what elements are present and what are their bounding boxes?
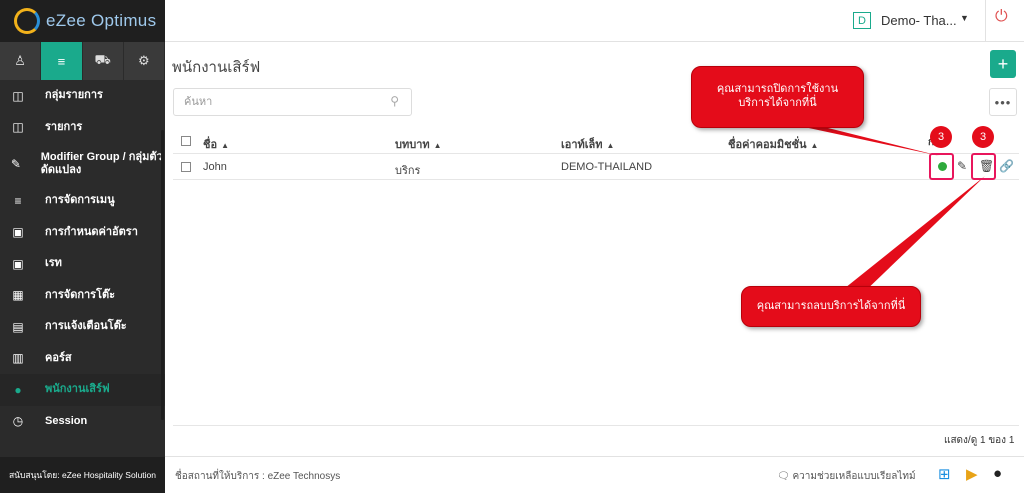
logo-icon	[14, 8, 40, 34]
link-icon[interactable]: 🔗	[999, 159, 1014, 173]
sidebar-item-label: การจัดการโต๊ะ	[45, 288, 116, 301]
callout-delete-service: คุณสามารถลบบริการได้จากที่นี่	[741, 286, 921, 327]
table-header: ชื่อ ▲ บทบาท ▲ เอาท์เล็ท ▲ ชื่อค่าคอมมิชชั่…	[173, 128, 1019, 154]
divider	[173, 425, 1019, 426]
cube-icon: ◫	[12, 88, 24, 103]
stewards-table: ชื่อ ▲ บทบาท ▲ เอาท์เล็ท ▲ ชื่อค่าคอมมิชชั่…	[173, 128, 1019, 180]
column-name[interactable]: ชื่อ ▲	[203, 135, 229, 153]
sidebar-item-rates[interactable]: ▣ เรท	[0, 248, 165, 280]
sort-asc-icon: ▲	[221, 141, 229, 150]
row-checkbox[interactable]	[181, 162, 191, 172]
person-icon: ●	[14, 382, 22, 397]
sidebar-item-label: การกำหนดค่าอัตรา	[45, 225, 138, 238]
sidebar-item-modifier-group[interactable]: ✎ Modifier Group / กลุ่มตัวดัดแปลง	[0, 143, 165, 185]
sidebar-menu: ◫ กลุ่มรายการ ◫ รายการ ✎ Modifier Group / ก…	[0, 80, 165, 437]
tab-settings[interactable]: ⚙	[124, 42, 165, 80]
sidebar-item-session[interactable]: ◷ Session	[0, 406, 165, 438]
sidebar-item-item-group[interactable]: ◫ กลุ่มรายการ	[0, 80, 165, 112]
sort-asc-icon: ▲	[433, 141, 442, 150]
windows-icon[interactable]: ⊞	[938, 465, 951, 483]
apple-icon[interactable]: ●	[993, 465, 1002, 482]
caret-down-icon[interactable]: ▼	[960, 13, 969, 23]
live-help-link[interactable]: 🗨 ความช่วยเหลือแบบเรียลไทม์	[777, 469, 916, 484]
column-outlet[interactable]: เอาท์เล็ท ▲	[561, 135, 614, 153]
search-input[interactable]	[174, 89, 384, 115]
sidebar-tabs: ♙ ≡ ⛟ ⚙	[0, 42, 165, 80]
service-location: ชื่อสถานที่ให้บริการ : eZee Technosys	[175, 471, 341, 482]
delete-icon[interactable]: 🗑	[979, 159, 994, 173]
divider	[985, 0, 986, 42]
sidebar-item-table-management[interactable]: ▦ การจัดการโต๊ะ	[0, 280, 165, 312]
sidebar-scrollbar[interactable]	[161, 130, 164, 420]
tab-cart[interactable]: ⛟	[83, 42, 124, 80]
sidebar-item-label: Session	[45, 414, 88, 427]
menu-list-icon: ≡	[57, 53, 66, 69]
cube-icon: ◫	[12, 120, 24, 135]
sidebar-item-label: คอร์ส	[45, 351, 72, 364]
callout-disable-service: คุณสามารถปิดการใช้งานบริการได้จากที่นี่	[691, 66, 864, 128]
sidebar-item-label: Modifier Group / กลุ่มตัวดัดแปลง	[40, 151, 163, 176]
footer: ชื่อสถานที่ให้บริการ : eZee Technosys 🗨 …	[165, 456, 1024, 493]
tab-menu[interactable]: ≡	[41, 42, 83, 80]
clock-icon: ◷	[12, 414, 24, 429]
property-selector[interactable]: Demo- Tha...	[881, 13, 957, 28]
add-button[interactable]: +	[990, 50, 1016, 78]
pagination-info: แสดง/ดู 1 ของ 1	[944, 435, 1015, 446]
callout-pointer-bottom	[835, 176, 985, 296]
cart-icon: ⛟	[94, 52, 111, 67]
power-icon[interactable]: ⏻	[995, 8, 1008, 26]
sidebar-item-menu-management[interactable]: ≡ การจัดการเมนู	[0, 185, 165, 217]
app-name: eZee Optimus	[46, 11, 157, 30]
sidebar-item-label: รายการ	[45, 120, 83, 133]
sidebar-item-label: การแจ้งเตือนโต๊ะ	[45, 320, 127, 333]
edit-icon: ✎	[10, 157, 21, 171]
gear-icon: ⚙	[138, 53, 150, 68]
sidebar-item-items[interactable]: ◫ รายการ	[0, 112, 165, 144]
google-play-icon[interactable]: ▶	[966, 465, 978, 483]
search-box: ⚲	[173, 88, 412, 116]
sidebar-item-label: เรท	[45, 257, 62, 270]
sidebar-item-label: พนักงานเสิร์ฟ	[45, 383, 110, 396]
select-all-checkbox[interactable]	[181, 136, 191, 146]
search-icon[interactable]: ⚲	[390, 94, 399, 108]
sidebar-item-label: การจัดการเมนู	[45, 194, 115, 207]
user-icon: ♙	[14, 53, 26, 68]
sidebar: eZee Optimus ♙ ≡ ⛟ ⚙ ◫ กลุ่มรายการ ◫ รายกา…	[0, 0, 165, 493]
column-commission[interactable]: ชื่อค่าคอมมิชชั่น ▲	[728, 135, 818, 153]
edit-icon[interactable]: ✎	[957, 159, 967, 173]
chat-icon: 🗨	[777, 471, 793, 482]
cell-name: John	[203, 161, 227, 173]
sidebar-item-stewards[interactable]: ● พนักงานเสิร์ฟ	[0, 374, 165, 406]
sidebar-item-table-notification[interactable]: ▤ การแจ้งเตือนโต๊ะ	[0, 311, 165, 343]
sidebar-item-rate-config[interactable]: ▣ การกำหนดค่าอัตรา	[0, 217, 165, 249]
list-icon: ≡	[14, 193, 22, 208]
more-options-button[interactable]: •••	[989, 88, 1017, 116]
page-title: พนักงานเสิร์ฟ	[172, 59, 261, 76]
sidebar-footer: สนับสนุนโดย: eZee Hospitality Solution	[0, 457, 165, 493]
rate-icon: ▣	[12, 225, 24, 240]
sort-asc-icon: ▲	[810, 141, 819, 150]
property-initial-badge: D	[853, 12, 871, 29]
sort-asc-icon: ▲	[606, 141, 615, 150]
grid-icon: ▦	[12, 288, 24, 303]
book-icon: ▥	[12, 351, 24, 366]
table-row[interactable]: John บริกร DEMO-THAILAND ✎ 🗑 🔗	[173, 154, 1019, 180]
app-logo[interactable]: eZee Optimus	[0, 0, 165, 42]
rate-icon: ▣	[12, 256, 24, 271]
active-status-toggle[interactable]	[938, 162, 947, 171]
message-icon: ▤	[12, 319, 24, 334]
tab-user[interactable]: ♙	[0, 42, 42, 80]
top-bar: D Demo- Tha... ▼ ⏻	[165, 0, 1024, 42]
cell-role: บริกร	[395, 165, 421, 177]
cell-outlet: DEMO-THAILAND	[561, 161, 653, 173]
column-role[interactable]: บทบาท ▲	[395, 135, 442, 153]
live-help-label: ความช่วยเหลือแบบเรียลไทม์	[792, 471, 916, 482]
sidebar-item-label: กลุ่มรายการ	[45, 89, 103, 102]
sidebar-item-course[interactable]: ▥ คอร์ส	[0, 343, 165, 375]
